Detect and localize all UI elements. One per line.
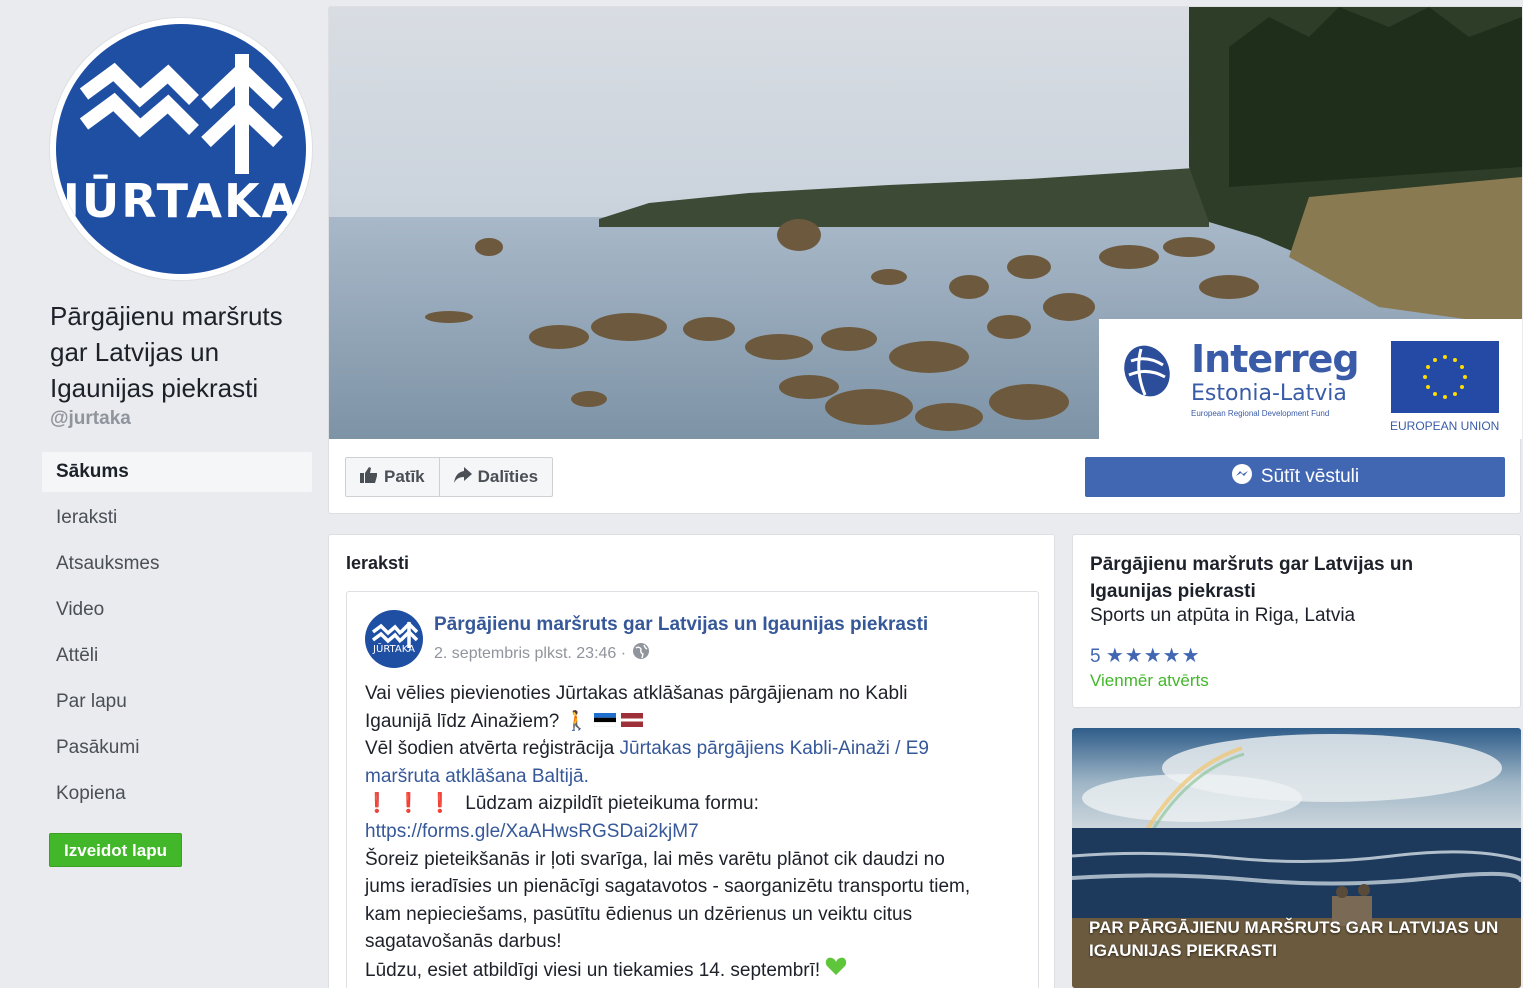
interreg-icon: [1124, 345, 1170, 397]
post-line: Igaunijā līdz Ainažiem? 🚶: [365, 708, 1025, 736]
rating-value: 5: [1090, 646, 1101, 667]
cover-card: Interreg Estonia-Latvia European Regiona…: [328, 6, 1522, 514]
event-link-continued[interactable]: maršruta atklāšana Baltijā: [365, 766, 584, 787]
interreg-fund-text: European Regional Development Fund: [1191, 409, 1330, 418]
post-text: Vai vēlies pievienoties Jūrtakas atklāša…: [365, 680, 1025, 985]
interreg-logo-panel: Interreg Estonia-Latvia European Regiona…: [1099, 319, 1522, 439]
share-label: Dalīties: [477, 467, 539, 486]
page-title-line: gar Latvijas un: [50, 337, 220, 367]
open-status: Vienmēr atvērts: [1090, 671, 1209, 690]
globe-icon[interactable]: [632, 642, 650, 665]
interreg-title: Interreg: [1191, 337, 1360, 381]
post-line: Vēl šodien atvērta reģistrācija Jūrtakas…: [365, 735, 1025, 763]
jurtaka-logo: JŪRTAKA: [56, 24, 306, 274]
post-line-text: Vēl šodien atvērta reģistrācija: [365, 738, 615, 760]
nav-item-videos[interactable]: Video: [42, 590, 312, 636]
nav-item-home[interactable]: Sākums: [42, 452, 312, 492]
share-button[interactable]: Dalīties: [440, 458, 552, 496]
left-column: JŪRTAKA Pārgājienu maršruts gar Latvijas…: [8, 6, 328, 988]
page-title[interactable]: Pārgājienu maršruts gar Latvijas un Igau…: [50, 298, 320, 406]
page-handle[interactable]: @jurtaka: [50, 408, 131, 430]
like-button[interactable]: Patīk: [346, 458, 440, 496]
estonia-flag-icon: [593, 711, 616, 732]
nav-item-about[interactable]: Par lapu: [42, 682, 312, 728]
thumbs-up-icon: [360, 466, 378, 488]
send-message-button[interactable]: Sūtīt vēstuli: [1085, 457, 1505, 497]
about-card: Pārgājienu maršruts gar Latvijas un Igau…: [1072, 534, 1521, 708]
exclamation-icons: ❗❗❗: [365, 793, 460, 815]
page-nav: Sākums Ieraksti Atsauksmes Video Attēli …: [42, 452, 312, 820]
form-link[interactable]: https://forms.gle/XaAHwsRGSDai2kjM7: [365, 818, 1025, 846]
post-time-text[interactable]: 2. septembris plkst. 23:46 ·: [434, 645, 626, 663]
page-action-bar: Patīk Dalīties: [345, 457, 554, 497]
post-line-text: Lūdzu, esiet atbildīgi viesi un tiekamie…: [365, 959, 821, 981]
post-line: sagatavošanās darbus!: [365, 931, 562, 953]
post-line: ❗❗❗ Lūdzam aizpildīt pieteikuma formu:: [365, 790, 1025, 818]
post-author-name[interactable]: Pārgājienu maršruts gar Latvijas un Igau…: [434, 614, 928, 636]
post-line: maršruta atklāšana Baltijā.: [365, 763, 1025, 791]
nav-item-reviews[interactable]: Atsauksmes: [42, 544, 312, 590]
nav-item-posts[interactable]: Ieraksti: [42, 498, 312, 544]
event-link[interactable]: Jūrtakas pārgājiens Kabli-Ainaži / E9: [620, 738, 929, 759]
create-page-button[interactable]: Izveidot lapu: [49, 833, 182, 867]
post-line: Vai vēlies pievienoties Jūrtakas atklāša…: [365, 683, 908, 704]
post-author-avatar[interactable]: JŪRTAKA: [365, 610, 423, 668]
post-line: Šoreiz pieteikšanās ir ļoti svarīga, lai…: [365, 848, 945, 870]
page-profile-picture[interactable]: JŪRTAKA: [50, 18, 312, 280]
avatar-logo-text: JŪRTAKA: [373, 644, 415, 655]
rating[interactable]: 5 ★★★★★: [1090, 643, 1201, 668]
logo-text: JŪRTAKA: [62, 174, 300, 228]
post-line-text: Lūdzam aizpildīt pieteikuma formu:: [465, 793, 759, 815]
about-photo-card[interactable]: PAR PĀRGĀJIENU MARŠRUTS GAR LATVIJAS UN …: [1072, 728, 1521, 988]
messenger-icon: [1231, 463, 1253, 491]
post: JŪRTAKA Pārgājienu maršruts gar Latvijas…: [346, 591, 1039, 988]
post-timestamp: 2. septembris plkst. 23:46 ·: [434, 642, 650, 665]
interreg-subtitle: Estonia-Latvia: [1191, 381, 1347, 406]
nav-item-events[interactable]: Pasākumi: [42, 728, 312, 774]
eu-flag-icon: [1391, 341, 1499, 413]
post-line-text: Igaunijā līdz Ainažiem?: [365, 710, 560, 732]
waves-trees-icon: [79, 54, 283, 174]
nav-item-photos[interactable]: Attēli: [42, 636, 312, 682]
share-arrow-icon: [453, 466, 472, 488]
latvia-flag-icon: [620, 711, 643, 732]
post-line: kam nepieciešams, pasūtītu ēdienus un dz…: [365, 903, 913, 925]
send-message-label: Sūtīt vēstuli: [1260, 466, 1360, 487]
green-heart-icon: [825, 957, 847, 981]
page-title-line: Igaunijas piekrasti: [50, 373, 259, 403]
post-line: Lūdzu, esiet atbildīgi viesi un tiekamie…: [365, 956, 1025, 985]
about-category[interactable]: Sports un atpūta in Riga, Latvia: [1090, 605, 1355, 627]
posts-heading[interactable]: Ieraksti: [346, 553, 409, 574]
post-line-period: .: [583, 765, 589, 787]
post-line: jums ieradīsies un pienācīgi sagatavotos…: [365, 876, 971, 898]
posts-card: Ieraksti JŪRTAKA Pārgājienu maršruts gar…: [328, 534, 1055, 988]
star-icons: ★★★★★: [1105, 645, 1201, 667]
waves-trees-icon: [371, 621, 419, 648]
about-page-name[interactable]: Pārgājienu maršruts gar Latvijas un Igau…: [1090, 551, 1500, 605]
nav-item-community[interactable]: Kopiena: [42, 774, 312, 820]
eu-label: EUROPEAN UNION: [1390, 419, 1500, 433]
like-label: Patīk: [384, 467, 425, 486]
about-photo-caption[interactable]: PAR PĀRGĀJIENU MARŠRUTS GAR LATVIJAS UN …: [1089, 916, 1509, 962]
hiker-emoji-icon: 🚶: [564, 710, 589, 732]
page-title-line: Pārgājienu maršruts: [50, 301, 283, 331]
